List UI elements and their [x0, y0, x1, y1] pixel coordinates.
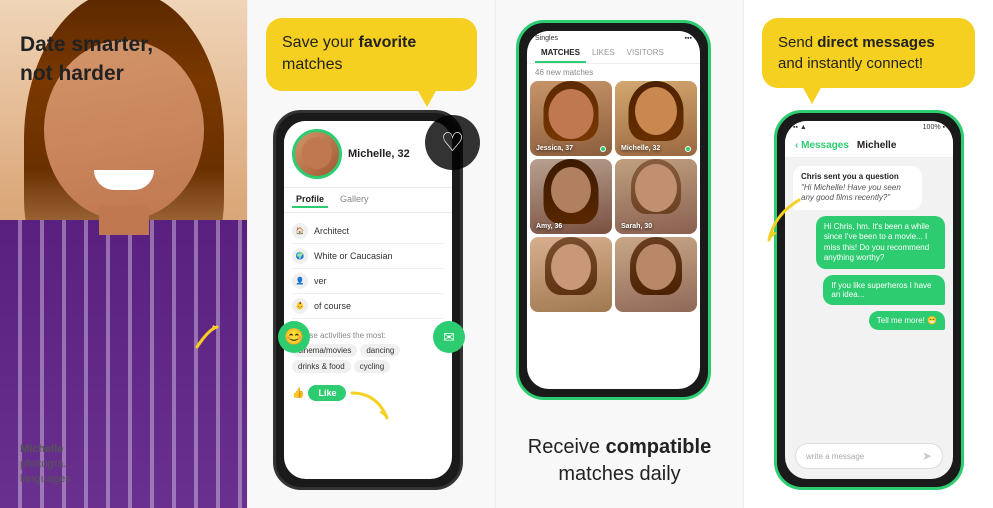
match-card-amy[interactable]: Amy, 36 — [530, 159, 612, 234]
speech-bubble-save: Save your favorite matches — [266, 18, 477, 91]
field-ethnicity: 🌍 White or Caucasian — [292, 244, 444, 269]
status-signal: ▪▪▪ — [685, 35, 692, 42]
activity-tags: cinema/movies dancing drinks & food cycl… — [292, 344, 444, 373]
like-button[interactable]: Like — [308, 385, 346, 401]
mail-badge[interactable]: ✉ — [433, 321, 465, 353]
heart-overlay-button[interactable] — [425, 115, 480, 170]
match-card-6[interactable] — [615, 237, 697, 312]
panel-date-smarter: Date smarter, not harder Michelle photog… — [0, 0, 248, 508]
profile-name: Michelle, 32 — [348, 148, 410, 160]
online-dot-jessica — [600, 146, 606, 152]
match-name-jessica: Jessica, 37 — [536, 145, 573, 152]
match-name-amy: Amy, 36 — [536, 223, 562, 230]
back-button[interactable]: ‹ Messages — [795, 140, 849, 151]
chat-input-bar: write a message ➤ — [795, 443, 943, 469]
bottom-text: Receive compatiblematches daily — [516, 434, 723, 488]
speech-bold-direct: direct messages — [817, 34, 935, 51]
chat-status-bar: ▪▪ ▲ 100% ▪ — [785, 121, 953, 134]
bubble-reply-3: Tell me more! 😁 — [869, 311, 945, 330]
phone-mock-chat: ▪▪ ▲ 100% ▪ ‹ Messages Michelle Chris se… — [774, 110, 964, 490]
bubble-reply-2: If you like superheros I have an idea... — [823, 275, 945, 305]
bottom-info: Michelle photogra... languages — [20, 443, 73, 488]
match-card-jessica[interactable]: Jessica, 37 — [530, 81, 612, 156]
left-arrow-decoration — [759, 195, 804, 250]
misc1-icon: 👤 — [292, 273, 308, 289]
new-matches-label: 46 new matches — [527, 64, 700, 81]
match-card-michelle[interactable]: Michelle, 32 — [615, 81, 697, 156]
send-icon[interactable]: ➤ — [922, 449, 932, 463]
speech-bold: favorite — [358, 34, 416, 51]
info-row-photo: photogra... — [20, 458, 73, 470]
match-name-sarah: Sarah, 30 — [621, 223, 652, 230]
tag-drinks: drinks & food — [292, 360, 351, 373]
job-icon: 🏠 — [292, 223, 308, 239]
tab-gallery[interactable]: Gallery — [336, 192, 373, 208]
match-photo-5 — [530, 237, 612, 312]
chat-header-name: Michelle — [857, 140, 896, 151]
phone-mock-profile: Michelle, 32 Profile Gallery 🏠 Architect… — [273, 110, 463, 490]
phone-mock-matches: Singles ▪▪▪ MATCHES LIKES VISITORS 46 ne… — [516, 20, 711, 400]
headline: Date smarter, not harder — [20, 30, 153, 87]
status-bar-text: Singles — [535, 35, 558, 42]
misc2-icon: 👶 — [292, 298, 308, 314]
signal-icons: ▪▪ ▲ — [793, 124, 807, 131]
match-card-5[interactable] — [530, 237, 612, 312]
tag-dancing: dancing — [360, 344, 400, 357]
question-sender: Chris sent you a question — [801, 172, 914, 181]
profile-avatar — [292, 129, 342, 179]
phone-screen-chat: ▪▪ ▲ 100% ▪ ‹ Messages Michelle Chris se… — [785, 121, 953, 479]
info-row-name: Michelle — [20, 443, 73, 455]
chat-messages: Chris sent you a question "Hi Michelle! … — [785, 158, 953, 338]
field-misc1-text: ver — [314, 276, 327, 286]
tab-profile[interactable]: Profile — [292, 192, 328, 208]
field-misc2: 👶 of course — [292, 294, 444, 319]
match-card-sarah[interactable]: Sarah, 30 — [615, 159, 697, 234]
panel-matches: Singles ▪▪▪ MATCHES LIKES VISITORS 46 ne… — [496, 0, 744, 508]
speech-bubble-messages: Send direct messagesand instantly connec… — [762, 18, 975, 88]
field-misc1: 👤 ver — [292, 269, 444, 294]
ethnicity-icon: 🌍 — [292, 248, 308, 264]
field-job-text: Architect — [314, 226, 349, 236]
online-dot-michelle — [685, 146, 691, 152]
profile-fields: 🏠 Architect 🌍 White or Caucasian 👤 ver 👶… — [284, 213, 452, 325]
tabs-bar: MATCHES LIKES VISITORS — [527, 44, 700, 64]
status-bar: Singles ▪▪▪ — [527, 31, 700, 44]
battery: 100% ▪ — [923, 124, 945, 131]
smile-badge[interactable]: 😊 — [278, 321, 310, 353]
bubble-reply-1: Hi Chris, hm. It's been a while since I'… — [816, 216, 945, 270]
match-name-michelle: Michelle, 32 — [621, 145, 660, 152]
matches-grid: Jessica, 37 Michelle, 32 A — [527, 81, 700, 312]
info-row-lang: languages — [20, 473, 73, 485]
phone-screen-matches: Singles ▪▪▪ MATCHES LIKES VISITORS 46 ne… — [527, 31, 700, 389]
match-photo-6 — [615, 237, 697, 312]
arrow-decoration — [189, 319, 225, 360]
field-misc2-text: of course — [314, 301, 351, 311]
bubble-question: Chris sent you a question "Hi Michelle! … — [793, 166, 922, 210]
tab-likes[interactable]: LIKES — [586, 44, 621, 63]
field-ethnicity-text: White or Caucasian — [314, 251, 393, 261]
field-job: 🏠 Architect — [292, 219, 444, 244]
tag-cycling: cycling — [354, 360, 390, 373]
tab-visitors[interactable]: VISITORS — [621, 44, 670, 63]
question-text: "Hi Michelle! Have you seen any good fil… — [801, 183, 914, 204]
chat-header: ‹ Messages Michelle — [785, 134, 953, 158]
bottom-text-bold: compatible — [606, 436, 712, 458]
input-placeholder[interactable]: write a message — [806, 452, 864, 461]
panel-messages: Send direct messagesand instantly connec… — [744, 0, 993, 508]
tab-matches[interactable]: MATCHES — [535, 44, 586, 63]
panel-save-matches: Save your favorite matches Michelle, 32 … — [248, 0, 496, 508]
bottom-arrow — [347, 388, 397, 433]
profile-tabs: Profile Gallery — [284, 188, 452, 213]
activities-label: s these activities the most: — [292, 331, 444, 340]
